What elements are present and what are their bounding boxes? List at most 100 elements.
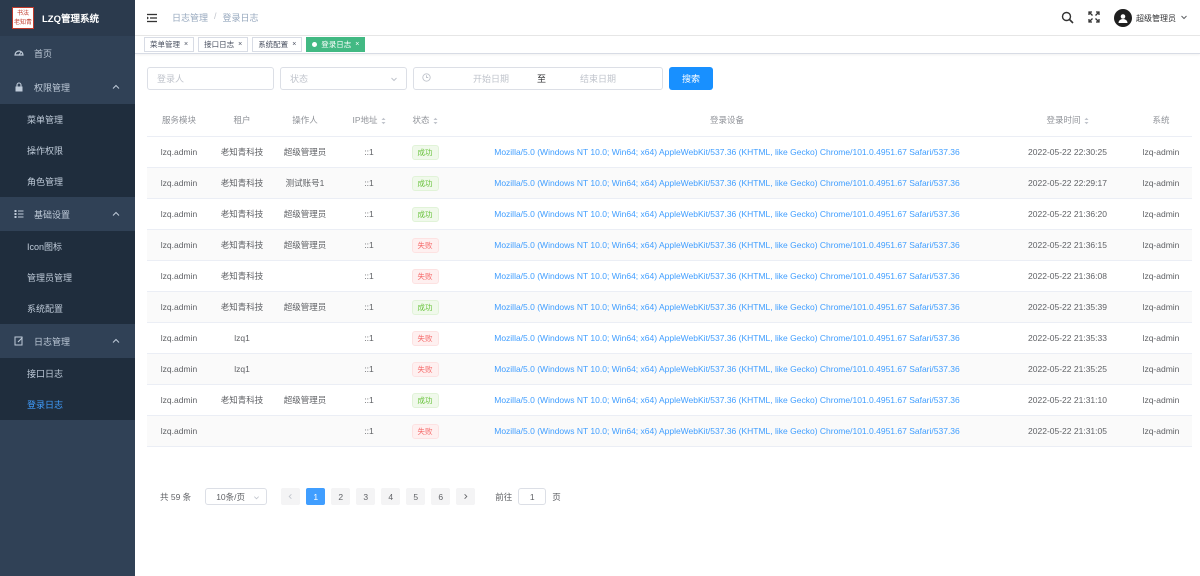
close-icon[interactable]: × <box>184 41 188 48</box>
cell-device: Mozilla/5.0 (Windows NT 10.0; Win64; x64… <box>449 147 1005 157</box>
sidebar-item-operation-permission[interactable]: 操作权限 <box>0 135 135 166</box>
column-header-operator: 操作人 <box>292 115 318 125</box>
cell-tenant: 老知青科技 <box>220 302 264 312</box>
breadcrumb-item[interactable]: 日志管理 <box>172 11 208 24</box>
chevron-up-icon <box>111 336 121 346</box>
sidebar-group-logs[interactable]: 日志管理 <box>0 324 135 358</box>
page-button[interactable]: 4 <box>381 488 401 505</box>
page-size-select[interactable]: 10条/页 <box>205 488 268 505</box>
cell-ip: ::1 <box>364 364 374 374</box>
close-icon[interactable]: × <box>292 41 296 48</box>
table-row[interactable]: lzq.admin 老知青科技 超级管理员::1 失败 Mozilla/5.0 (Win… <box>147 230 1192 261</box>
sidebar-group-permission[interactable]: 权限管理 <box>0 70 135 104</box>
page-button[interactable]: 5 <box>406 488 426 505</box>
date-range-picker[interactable]: 开始日期 至 结束日期 <box>413 67 663 90</box>
navbar: 日志管理 / 登录日志 超级管理员 <box>135 0 1200 36</box>
tags-view: 菜单管理 × 接口日志 × 系统配置 × 登录日志 × <box>135 36 1200 54</box>
table-row[interactable]: lzq.admin 老知青科技 超级管理员::1 成功 Mozilla/5.0 (Win… <box>147 199 1192 230</box>
logo-text-bottom: 老知青 <box>13 19 32 26</box>
table-row[interactable]: lzq.admin 老知青科技::1 失败 Mozilla/5.0 (Windows … <box>147 261 1192 292</box>
cell-operator: 超级管理员 <box>283 395 327 405</box>
filter-bar: 登录人 状态 开始日期 至 结束日期 搜索 <box>147 67 713 90</box>
table-row[interactable]: lzq.admin lzq1::1 失败 Mozilla/5.0 (Windows N… <box>147 354 1192 385</box>
edit-document-icon <box>14 336 24 346</box>
status-badge: 成功 <box>411 175 439 191</box>
cell-module: lzq.admin <box>160 271 198 281</box>
sidebar-item-menu[interactable]: 菜单管理 <box>0 104 135 135</box>
sidebar-item-home[interactable]: 首页 <box>0 36 135 70</box>
cell-module: lzq.admin <box>160 364 198 374</box>
chevron-up-icon <box>111 209 121 219</box>
sidebar-item-api-log[interactable]: 接口日志 <box>0 358 135 389</box>
page-button[interactable]: 6 <box>431 488 451 505</box>
end-date-placeholder: 结束日期 <box>580 74 617 84</box>
tag-login-log[interactable]: 登录日志 × <box>306 37 366 52</box>
tag-system-config[interactable]: 系统配置 × <box>252 37 303 52</box>
goto-page-input[interactable]: 1 <box>518 488 547 505</box>
tag-menu-management[interactable]: 菜单管理 × <box>144 37 195 52</box>
cell-ip: ::1 <box>364 209 374 219</box>
table-body: lzq.admin 老知青科技 超级管理员::1 成功 Mozilla/5.0 (Win… <box>147 137 1192 447</box>
cell-status: 成功 <box>401 392 449 408</box>
page-button[interactable]: 3 <box>356 488 376 505</box>
sidebar-item-icons[interactable]: Icon图标 <box>0 231 135 262</box>
logo-area[interactable]: 书法 老知青 LZQ管理系统 <box>0 0 135 36</box>
hamburger-icon[interactable] <box>146 12 158 24</box>
column-header-ip[interactable]: IP地址 <box>337 114 401 126</box>
column-header-status[interactable]: 状态 <box>401 114 449 126</box>
breadcrumb-item-current: 登录日志 <box>222 13 259 23</box>
cell-status: 成功 <box>401 299 449 315</box>
tag-label: 登录日志 <box>321 40 352 49</box>
table-row[interactable]: lzq.admin 老知青科技 超级管理员::1 成功 Mozilla/5.0 (Win… <box>147 137 1192 168</box>
cell-operator: 超级管理员 <box>283 147 327 157</box>
page-button[interactable]: 1 <box>306 488 326 505</box>
cell-time: 2022-05-22 22:30:25 <box>1028 147 1107 157</box>
submenu-basic-settings: Icon图标 管理员管理 系统配置 <box>0 231 135 324</box>
cell-ip: ::1 <box>364 395 374 405</box>
search-icon[interactable] <box>1061 11 1074 26</box>
cell-module: lzq.admin <box>160 209 198 219</box>
page-button[interactable]: 2 <box>331 488 351 505</box>
user-dropdown[interactable]: 超级管理员 <box>1114 9 1188 27</box>
cell-ip: ::1 <box>364 240 374 250</box>
column-header-label: IP地址 <box>352 115 378 125</box>
table-row[interactable]: lzq.admin::1 失败 Mozilla/5.0 (Windows NT 10… <box>147 416 1192 447</box>
table-row[interactable]: lzq.admin 老知青科技 超级管理员::1 成功 Mozilla/5.0 (Win… <box>147 385 1192 416</box>
cell-ip: ::1 <box>364 426 374 436</box>
sort-icon[interactable] <box>1084 117 1089 125</box>
table-row[interactable]: lzq.admin lzq1::1 失败 Mozilla/5.0 (Windows N… <box>147 323 1192 354</box>
status-select[interactable]: 状态 <box>280 67 407 90</box>
close-icon[interactable]: × <box>355 41 359 48</box>
tag-api-log[interactable]: 接口日志 × <box>198 37 249 52</box>
login-user-input[interactable]: 登录人 <box>147 67 274 90</box>
sidebar-item-role[interactable]: 角色管理 <box>0 166 135 197</box>
status-badge: 失败 <box>411 268 439 284</box>
close-icon[interactable]: × <box>238 41 242 48</box>
chevron-down-icon <box>253 493 260 503</box>
sort-icon[interactable] <box>433 117 438 125</box>
cell-device: Mozilla/5.0 (Windows NT 10.0; Win64; x64… <box>449 240 1005 250</box>
cell-ip: ::1 <box>364 147 374 157</box>
cell-module: lzq.admin <box>160 426 198 436</box>
prev-page-button[interactable] <box>281 488 301 505</box>
active-dot-icon <box>312 42 318 47</box>
status-badge: 失败 <box>411 361 439 377</box>
status-badge: 成功 <box>411 392 439 408</box>
sidebar-group-basic-settings[interactable]: 基础设置 <box>0 197 135 231</box>
sort-icon[interactable] <box>381 117 386 125</box>
table-row[interactable]: lzq.admin 老知青科技 超级管理员::1 成功 Mozilla/5.0 (Win… <box>147 292 1192 323</box>
cell-device: Mozilla/5.0 (Windows NT 10.0; Win64; x64… <box>449 302 1005 312</box>
status-badge: 失败 <box>411 423 439 439</box>
submenu-permission: 菜单管理 操作权限 角色管理 <box>0 104 135 197</box>
dashboard-icon <box>14 48 24 58</box>
table-row[interactable]: lzq.admin 老知青科技 测试账号1::1 成功 Mozilla/5.0 (Win… <box>147 168 1192 199</box>
sidebar-item-login-log[interactable]: 登录日志 <box>0 389 135 420</box>
submenu-logs: 接口日志 登录日志 <box>0 358 135 420</box>
fullscreen-icon[interactable] <box>1088 11 1100 25</box>
sidebar-item-system-config[interactable]: 系统配置 <box>0 293 135 324</box>
column-header-time[interactable]: 登录时间 <box>1005 114 1130 126</box>
next-page-button[interactable] <box>456 488 476 505</box>
cell-system: lzq-admin <box>1142 178 1180 188</box>
search-button[interactable]: 搜索 <box>669 67 713 90</box>
sidebar-item-admins[interactable]: 管理员管理 <box>0 262 135 293</box>
